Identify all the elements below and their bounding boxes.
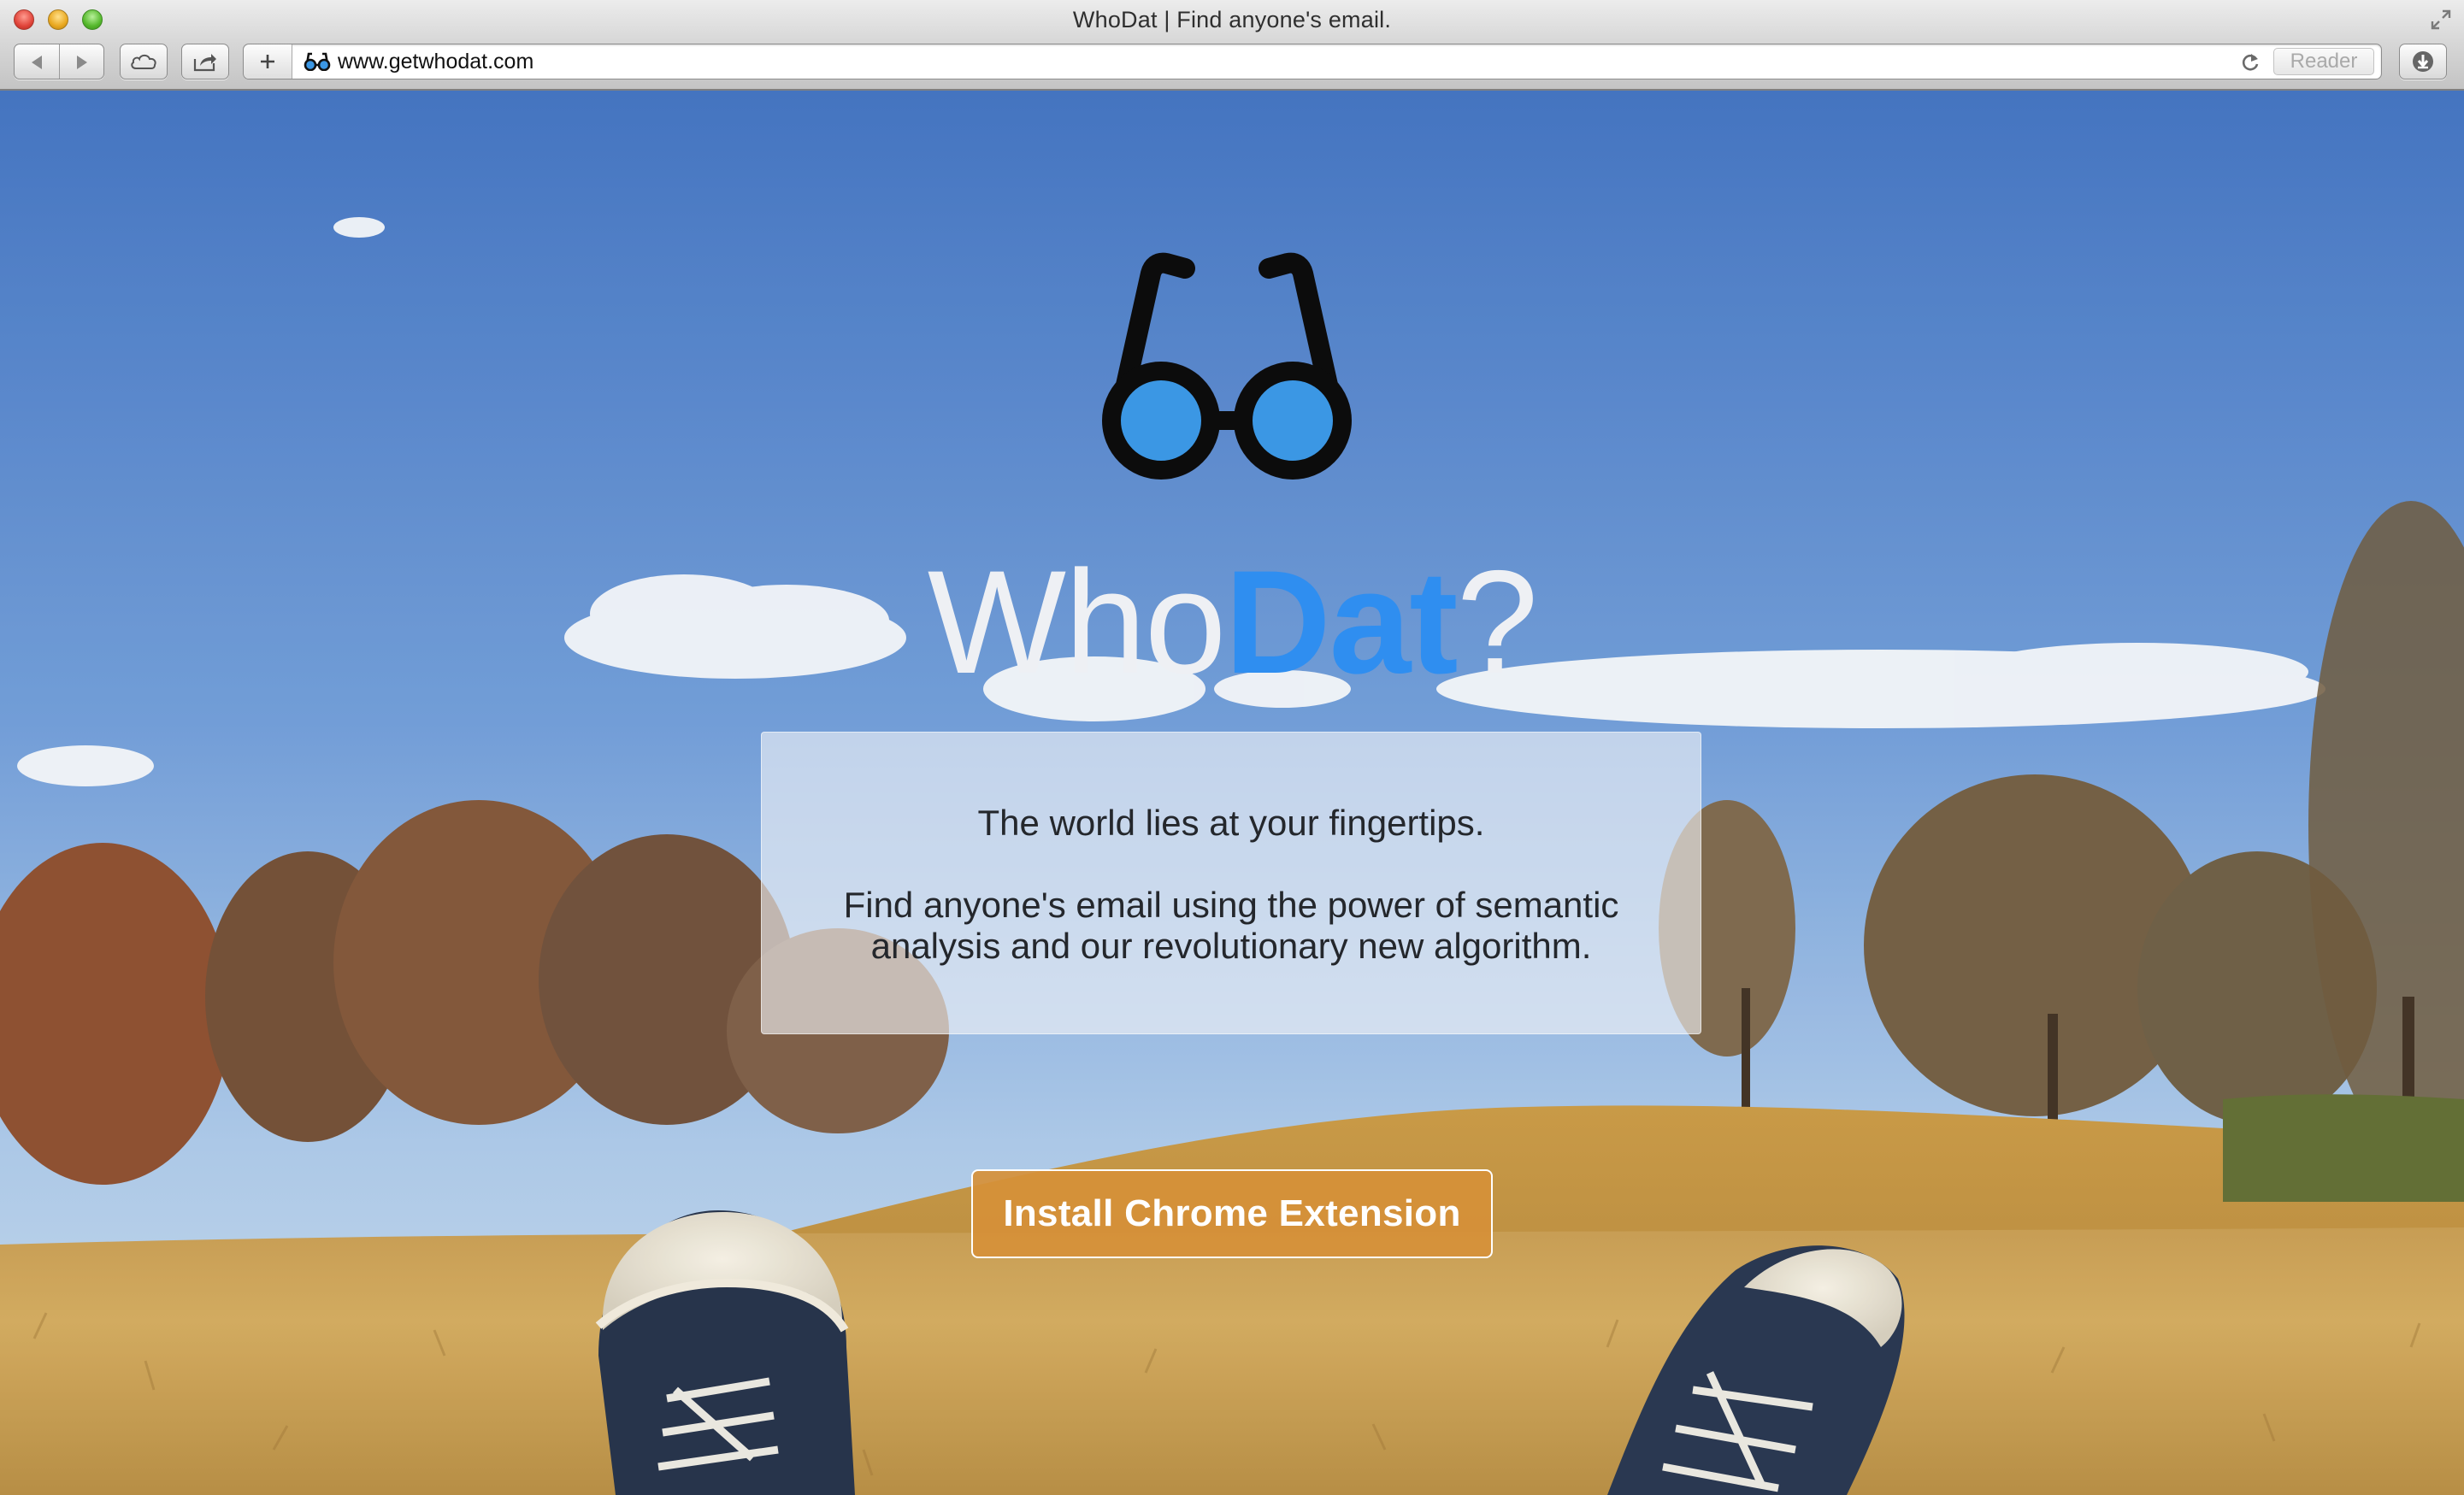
downloads-icon <box>2413 51 2433 72</box>
favicon-glasses-icon <box>304 52 331 71</box>
fullscreen-icon[interactable] <box>2430 9 2452 31</box>
title-bar: WhoDat | Find anyone's email. <box>0 0 2464 41</box>
url-text[interactable]: www.getwhodat.com <box>338 50 533 74</box>
back-icon[interactable] <box>29 54 44 71</box>
description-line-2: analysis and our revolutionary new algor… <box>870 926 1592 966</box>
brand-question-mark: ? <box>1456 540 1539 704</box>
intro-panel: The world lies at your fingertips. Find … <box>761 732 1701 1034</box>
web-page: WhoDat? The world lies at your fingertip… <box>0 91 2464 1495</box>
browser-chrome: WhoDat | Find anyone's email. www.getwho… <box>0 0 2464 91</box>
install-chrome-extension-button[interactable]: Install Chrome Extension <box>971 1169 1493 1258</box>
description-line-1: Find anyone's email using the power of s… <box>843 885 1619 925</box>
brand-who: Who <box>927 540 1227 704</box>
forward-icon[interactable] <box>74 54 90 71</box>
address-bar[interactable]: www.getwhodat.com Reader <box>243 44 2382 79</box>
share-button[interactable] <box>181 44 229 79</box>
icloud-tabs-button[interactable] <box>120 44 168 79</box>
add-tab-icon <box>261 55 274 68</box>
window-title: WhoDat | Find anyone's email. <box>1072 7 1392 32</box>
reload-icon[interactable] <box>2239 51 2261 74</box>
brand-dat: Dat <box>1224 540 1458 704</box>
downloads-button[interactable] <box>2399 44 2447 79</box>
add-tab-button[interactable] <box>244 44 292 79</box>
share-icon <box>193 54 216 72</box>
icloud-tabs-icon <box>131 54 156 69</box>
glasses-icon <box>1102 252 1352 480</box>
browser-toolbar: www.getwhodat.com Reader <box>0 41 2464 91</box>
reader-button[interactable]: Reader <box>2273 48 2374 75</box>
brand-wordmark: WhoDat? <box>0 537 2464 708</box>
tagline: The world lies at your fingertips. <box>977 803 1485 843</box>
back-forward-control <box>14 44 104 79</box>
browser-window: WhoDat | Find anyone's email. www.getwho… <box>0 0 2464 1495</box>
